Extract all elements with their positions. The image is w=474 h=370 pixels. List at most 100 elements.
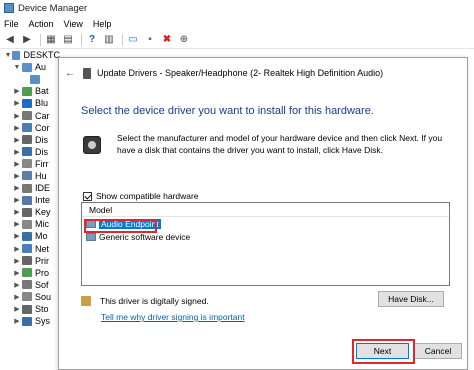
tree-item[interactable]: ▶ Sou xyxy=(0,291,60,303)
toolbar-separator xyxy=(40,33,41,46)
signed-text: This driver is digitally signed. xyxy=(100,296,209,306)
tree-item-label: Prir xyxy=(35,255,49,266)
collapse-arrow-icon[interactable]: ▼ xyxy=(4,52,12,59)
tree-item-label: Hu xyxy=(35,170,47,181)
dialog-header: ← Update Drivers - Speaker/Headphone (2-… xyxy=(59,58,467,88)
toolbar: ◀ ▶ ▦ ▤ ? ▥ ▭ ▪ ✖ ⊕ xyxy=(0,31,474,49)
expand-arrow-icon[interactable]: ▶ xyxy=(12,112,22,120)
tree-item[interactable]: ▶ IDE xyxy=(0,182,60,194)
back-arrow-icon[interactable]: ◀ xyxy=(3,33,17,47)
expand-arrow-icon[interactable]: ▼ xyxy=(12,64,22,71)
toolbar-separator xyxy=(81,33,82,46)
expand-arrow-icon[interactable]: ▶ xyxy=(12,220,22,228)
tree-item[interactable]: ▶ Sto xyxy=(0,303,60,315)
tree-item[interactable]: ▶ Sys xyxy=(0,315,60,327)
device-category-icon xyxy=(22,256,32,266)
tree-item[interactable]: ▶ Net xyxy=(0,243,60,255)
tree-item[interactable]: ▼ Au xyxy=(0,61,60,73)
device-category-icon xyxy=(22,268,32,278)
tree-item[interactable]: ▶ Dis xyxy=(0,146,60,158)
tree-item-label: IDE xyxy=(35,183,51,194)
expand-arrow-icon[interactable]: ▶ xyxy=(12,245,22,253)
expand-arrow-icon[interactable]: ▶ xyxy=(12,232,22,240)
expand-arrow-icon[interactable]: ▶ xyxy=(12,269,22,277)
menu-action[interactable]: Action xyxy=(29,19,54,29)
menu-help[interactable]: Help xyxy=(93,19,112,29)
tree-item[interactable] xyxy=(0,73,60,85)
tree-item[interactable]: ▶ Mo xyxy=(0,230,60,242)
tree-item[interactable]: ▶ Bat xyxy=(0,85,60,97)
device-category-icon xyxy=(22,123,32,133)
tree-item-label: Sys xyxy=(35,316,51,327)
tree-item[interactable]: ▶ Hu xyxy=(0,170,60,182)
back-arrow-icon[interactable]: ← xyxy=(65,68,75,79)
next-button[interactable]: Next xyxy=(356,343,409,359)
device-category-icon xyxy=(22,304,32,314)
tree-item[interactable]: ▶ Prir xyxy=(0,255,60,267)
model-column-header[interactable]: Model xyxy=(82,203,449,217)
model-item-generic-software-device[interactable]: Generic software device xyxy=(82,230,449,243)
certificate-icon xyxy=(81,296,91,306)
expand-arrow-icon[interactable]: ▶ xyxy=(12,172,22,180)
expand-arrow-icon[interactable]: ▶ xyxy=(12,305,22,313)
expand-arrow-icon[interactable]: ▶ xyxy=(12,136,22,144)
tree-item[interactable]: ▶ Blu xyxy=(0,97,60,109)
tree-item[interactable]: ▶ Mic xyxy=(0,218,60,230)
tree-item[interactable]: ▶ Car xyxy=(0,109,60,121)
expand-arrow-icon[interactable]: ▶ xyxy=(12,196,22,204)
help-icon[interactable]: ? xyxy=(85,33,99,47)
update-driver-icon[interactable]: ⊕ xyxy=(177,33,191,47)
device-category-icon xyxy=(22,62,32,72)
device-tree: ▼ DESKTC ▼ Au ▶ Bat ▶ Blu ▶ Car ▶ Cor ▶ Dis ▶ Dis ▶ Fir… xyxy=(0,49,60,370)
expand-arrow-icon[interactable]: ▶ xyxy=(12,208,22,216)
tree-item-label: Car xyxy=(35,110,50,121)
tree-item[interactable]: ▶ Cor xyxy=(0,122,60,134)
tree-item-label: Mic xyxy=(35,219,49,230)
menu-file[interactable]: File xyxy=(4,19,19,29)
dialog-title: Update Drivers - Speaker/Headphone (2- R… xyxy=(97,68,384,78)
device-category-icon xyxy=(22,147,32,157)
scan-hardware-icon[interactable]: ▭ xyxy=(126,33,140,47)
show-hidden-icon[interactable]: ▥ xyxy=(102,33,116,47)
expand-arrow-icon[interactable]: ▶ xyxy=(12,257,22,265)
expand-arrow-icon[interactable]: ▶ xyxy=(12,184,22,192)
model-item-audio-endpoint[interactable]: Audio Endpoint xyxy=(82,217,449,230)
show-compatible-checkbox[interactable] xyxy=(83,191,92,201)
tree-item[interactable]: ▶ Dis xyxy=(0,134,60,146)
properties-icon[interactable]: ▤ xyxy=(61,33,75,47)
model-list[interactable]: Model Audio Endpoint Generic software de… xyxy=(81,202,450,286)
tree-item[interactable]: ▶ Firr xyxy=(0,158,60,170)
tree-item[interactable]: ▶ Key xyxy=(0,206,60,218)
expand-arrow-icon[interactable]: ▶ xyxy=(12,160,22,168)
expand-arrow-icon[interactable]: ▶ xyxy=(12,87,22,95)
signed-row: This driver is digitally signed. xyxy=(81,296,209,306)
show-compatible-row[interactable]: Show compatible hardware xyxy=(83,191,199,201)
tree-item[interactable]: ▶ Sof xyxy=(0,279,60,291)
uninstall-icon[interactable]: ✖ xyxy=(160,33,174,47)
expand-arrow-icon[interactable]: ▶ xyxy=(12,124,22,132)
expand-arrow-icon[interactable]: ▶ xyxy=(12,148,22,156)
tree-root[interactable]: ▼ DESKTC xyxy=(0,49,60,61)
cancel-button[interactable]: Cancel xyxy=(414,343,462,359)
speaker-icon xyxy=(83,67,91,79)
menu-view[interactable]: View xyxy=(64,19,83,29)
expand-arrow-icon[interactable]: ▶ xyxy=(12,99,22,107)
expand-arrow-icon[interactable]: ▶ xyxy=(12,293,22,301)
have-disk-button[interactable]: Have Disk... xyxy=(378,291,444,307)
expand-arrow-icon[interactable]: ▶ xyxy=(12,281,22,289)
tree-item-label: Dis xyxy=(35,134,48,145)
tree-item[interactable]: ▶ Inte xyxy=(0,194,60,206)
driver-signing-link[interactable]: Tell me why driver signing is important xyxy=(101,312,245,322)
device-icon xyxy=(86,232,96,241)
console-tree-icon[interactable]: ▦ xyxy=(44,33,58,47)
dialog-description: Select the manufacturer and model of you… xyxy=(117,133,443,155)
device-category-icon xyxy=(22,207,32,217)
tree-item-label: Firr xyxy=(35,158,49,169)
device-category-icon xyxy=(22,219,32,229)
expand-arrow-icon[interactable]: ▶ xyxy=(12,317,22,325)
device-manager-icon xyxy=(4,3,14,13)
forward-arrow-icon[interactable]: ▶ xyxy=(20,33,34,47)
show-compatible-label[interactable]: Show compatible hardware xyxy=(96,191,199,201)
tree-item[interactable]: ▶ Pro xyxy=(0,267,60,279)
add-driver-icon[interactable]: ▪ xyxy=(143,33,157,47)
